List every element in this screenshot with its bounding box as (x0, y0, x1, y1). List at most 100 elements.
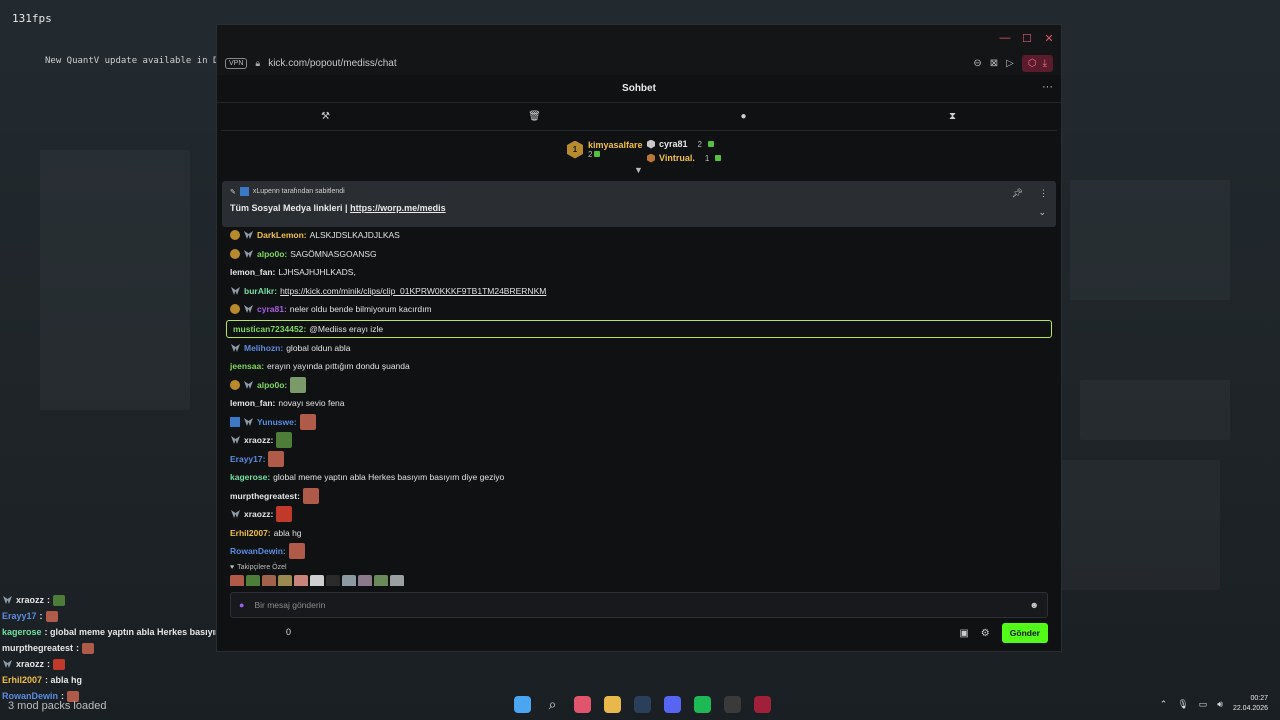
chat-username[interactable]: Melihozn: (244, 343, 283, 353)
search-icon[interactable]: ⌕ (544, 696, 561, 713)
chat-text: SAGÖMNASGOANSG (290, 248, 377, 259)
chat-message: alpo0o: (224, 376, 1054, 395)
chat-username[interactable]: alpo0o: (257, 380, 287, 390)
chat-message: Erhil2007: abla hg (224, 524, 1054, 543)
leaderboard-first[interactable]: 1 kimyasalfare 2 (567, 140, 643, 159)
discord-icon[interactable] (664, 696, 681, 713)
chat-username[interactable]: Erayy17: (230, 454, 265, 464)
message-placeholder: Bir mesaj gönderin (254, 600, 326, 610)
collapse-pinned-icon[interactable]: ⌄ (1038, 207, 1046, 218)
mod-badge-icon (230, 435, 241, 445)
chat-username[interactable]: murpthegreatest: (230, 491, 300, 501)
chevron-up-icon[interactable]: ⌃ (1160, 699, 1168, 710)
clock[interactable]: 00:27 22.04.2026 (1233, 694, 1268, 714)
leaderboard-entry[interactable]: cyra81 2 (647, 137, 721, 151)
address-bar: VPN 🔒︎ kick.com/popout/mediss/chat ⊖ ⊠ ▷… (217, 51, 1061, 75)
chat-username[interactable]: lemon_fan: (230, 398, 275, 408)
chat-username[interactable]: DarkLemon: (257, 230, 307, 240)
chat-username[interactable]: burAlkr: (244, 286, 277, 296)
emote-icon (290, 376, 307, 393)
emote-icon[interactable] (230, 574, 244, 586)
chat-username[interactable]: RowanDewin: (230, 546, 286, 556)
maximize-icon[interactable]: ☐ (1021, 32, 1033, 45)
chat-username[interactable]: xraozz: (244, 509, 273, 519)
emote-icon[interactable] (390, 574, 404, 586)
leaderboard-entry[interactable]: Vintrual. 1 (647, 151, 722, 165)
emote-icon (299, 413, 316, 430)
settings-icon[interactable]: ⚙ (981, 628, 990, 639)
chat-footer: 0 ▣ ⚙ Gönder (230, 623, 1048, 643)
chat-username[interactable]: mustican7234452: (233, 324, 306, 334)
expand-leaderboard-icon[interactable]: ▼ (634, 165, 643, 175)
chat-username[interactable]: cyra81: (257, 304, 287, 314)
app-a-icon[interactable] (754, 696, 771, 713)
chat-link[interactable]: https://kick.com/minik/clips/clip_01KPRW… (280, 286, 546, 296)
chat-username[interactable]: Yunuswe: (257, 417, 297, 427)
vpn-badge[interactable]: VPN (225, 57, 248, 69)
emote-icon[interactable] (262, 574, 276, 586)
send-button[interactable]: Gönder (1001, 623, 1048, 643)
download-icon[interactable]: ⤓ (1043, 58, 1047, 69)
overlay-chat-user: murpthegreatest (2, 643, 74, 653)
emote-icon[interactable] (326, 574, 340, 586)
chat-username[interactable]: xraozz: (244, 435, 273, 445)
chat-text: novayı sevio fena (278, 398, 345, 409)
gem-icon (707, 141, 714, 147)
chat-message: cyra81: neler oldu bende bilmiyorum kacır… (224, 300, 1054, 319)
url-field[interactable]: kick.com/popout/mediss/chat (268, 58, 965, 69)
shield-icon[interactable]: ⊠ (990, 58, 998, 69)
sub-badge-icon (230, 304, 240, 315)
chat-username[interactable]: alpo0o: (257, 249, 287, 259)
pinned-link[interactable]: https://worp.me/medis (350, 203, 446, 213)
minimize-icon[interactable]: — (999, 32, 1011, 44)
play-icon[interactable]: ▷ (1006, 58, 1014, 69)
extension-icon[interactable]: ⬡ (1028, 58, 1037, 69)
obs-icon[interactable] (724, 696, 741, 713)
medal-icon (647, 153, 655, 163)
pin-menu-icon[interactable]: ⋮ (1039, 188, 1048, 199)
extension-group: ⬡ ⤓ (1021, 54, 1053, 72)
opera-gx-icon[interactable] (574, 696, 591, 713)
windows-start-icon[interactable] (514, 696, 531, 713)
heart-icon: ♥ (230, 564, 235, 571)
emote-icon[interactable] (278, 574, 292, 586)
mod-badge-icon (243, 380, 254, 390)
emote-icon[interactable] (310, 574, 324, 586)
spotify-icon[interactable] (694, 696, 711, 713)
overlay-chat-line: Erhil2007: abla hg (2, 672, 302, 688)
more-options-icon[interactable]: ··· (1042, 81, 1053, 93)
steam-icon[interactable] (634, 696, 651, 713)
emote-icon[interactable] (374, 574, 388, 586)
mod-badge-icon (243, 249, 254, 259)
gold-medal-icon: 1 (567, 140, 583, 159)
mic-tray-icon[interactable]: 🎙︎ (1177, 699, 1188, 710)
chat-username[interactable]: jeensaa: (230, 361, 264, 371)
chat-bubble-icon[interactable]: ● (734, 111, 754, 122)
chat-username[interactable]: lemon_fan: (230, 267, 275, 277)
chat-message: RowanDewin: (224, 542, 1054, 561)
volume-icon[interactable]: 🔊︎ (1217, 699, 1223, 710)
emoji-icon[interactable]: ☻ (1030, 600, 1039, 610)
file-explorer-icon[interactable] (604, 696, 621, 713)
message-input[interactable]: ● Bir mesaj gönderin ☻ (230, 592, 1048, 618)
sub-badge-icon (230, 230, 240, 241)
chat-rules-icon[interactable]: ▣ (959, 628, 968, 639)
trash-icon[interactable]: 🗑︎ (525, 111, 545, 122)
overlay-chat-text: : (47, 659, 51, 669)
emote-icon[interactable] (358, 574, 372, 586)
close-icon[interactable]: ✕ (1043, 32, 1055, 45)
emote-icon[interactable] (294, 574, 308, 586)
hammer-icon[interactable]: ⚒ (316, 111, 336, 122)
zoom-icon[interactable]: ⊖ (973, 58, 981, 69)
microphone-icon[interactable]: ● (239, 600, 244, 610)
chat-username[interactable]: kagerose: (230, 472, 270, 482)
chat-username[interactable]: Erhil2007: (230, 528, 271, 538)
taskbar: ⌕ ⌃ 🎙︎ ▭ 🔊︎ 00:27 22.04.2026 (0, 690, 1280, 720)
network-icon[interactable]: ▭ (1199, 699, 1208, 710)
unpin-icon[interactable]: 📌︎ (1012, 188, 1023, 199)
hourglass-icon[interactable]: ⧗ (943, 111, 963, 122)
mod-badge-icon (243, 417, 254, 427)
points-counter[interactable]: 0 (286, 627, 291, 637)
emote-icon[interactable] (342, 574, 356, 586)
emote-icon[interactable] (246, 574, 260, 586)
